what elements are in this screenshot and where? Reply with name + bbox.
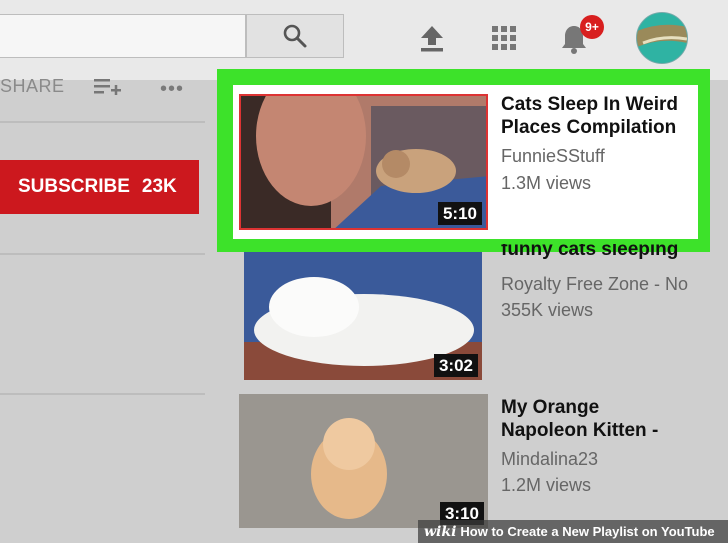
video-title[interactable]: funny cats sleeping [501, 244, 721, 261]
video-thumbnail[interactable]: 5:10 [239, 94, 488, 230]
upload-button[interactable] [414, 20, 450, 56]
avatar[interactable] [636, 12, 688, 64]
add-to-playlist-button[interactable] [92, 74, 122, 100]
apps-grid-icon [492, 26, 516, 50]
search-icon [283, 24, 307, 48]
playlist-add-icon [94, 79, 121, 95]
video-thumbnail[interactable]: 3:10 [239, 394, 488, 528]
more-actions-icon[interactable]: ••• [160, 78, 184, 101]
video-title-line: Cats Sleep In Weird [501, 94, 679, 115]
video-title-line: Napoleon Kitten - [501, 420, 659, 441]
video-title[interactable]: Cats Sleep In Weird Places Compilation [501, 93, 701, 139]
video-views: 355K views [501, 300, 594, 320]
avatar-image [637, 13, 687, 63]
divider [0, 121, 205, 123]
divider [0, 393, 205, 395]
video-title-line: Places Compilation [501, 117, 677, 138]
subscribe-label: SUBSCRIBE [18, 176, 130, 197]
share-button[interactable]: SHARE [0, 76, 65, 97]
video-title[interactable]: My Orange Napoleon Kitten - [501, 396, 701, 442]
video-thumbnail[interactable]: 3:02 [244, 252, 482, 380]
notification-badge: 9+ [580, 15, 604, 39]
search-button[interactable] [246, 14, 344, 58]
video-channel[interactable]: FunnieSStuff [501, 143, 605, 170]
video-views: 1.3M views [501, 173, 592, 193]
video-channel[interactable]: Mindalina23 [501, 446, 598, 473]
video-duration: 5:10 [437, 202, 482, 225]
video-title-line: My Orange [501, 397, 600, 418]
video-title-line: funny cats sleeping [501, 244, 679, 260]
apps-button[interactable] [486, 20, 522, 56]
upload-icon [421, 26, 443, 52]
video-duration: 3:02 [433, 354, 478, 377]
divider [0, 253, 205, 255]
watermark-text: How to Create a New Playlist on YouTube [460, 524, 715, 539]
watermark: wiki How to Create a New Playlist on You… [418, 520, 728, 543]
watermark-logo: wiki [424, 523, 457, 540]
video-channel[interactable]: Royalty Free Zone - No [501, 271, 688, 298]
video-views: 1.2M views [501, 475, 592, 495]
search-input[interactable] [0, 14, 246, 58]
subscribe-button[interactable]: SUBSCRIBE 23K [0, 160, 199, 214]
subscriber-count: 23K [141, 176, 177, 197]
